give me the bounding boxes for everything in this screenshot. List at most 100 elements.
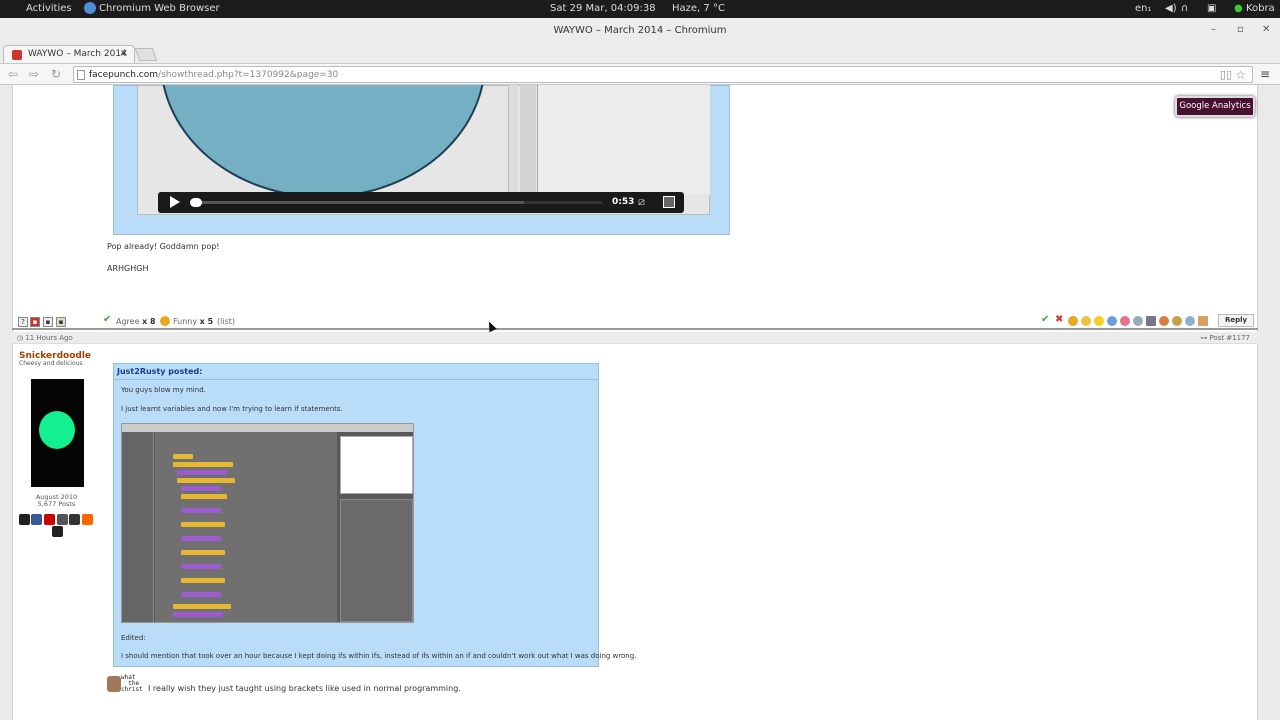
page-icon <box>77 70 85 80</box>
fullscreen-icon[interactable] <box>663 196 675 208</box>
gamertag-icon[interactable] <box>57 514 68 525</box>
rate-optimistic-icon[interactable] <box>1146 316 1156 326</box>
new-tab-button[interactable] <box>134 48 158 61</box>
rate-funny-icon[interactable] <box>1068 316 1078 326</box>
quote-text-line: I should mention that took over an hour … <box>121 652 637 660</box>
url-path: /showthread.php?t=1370992&page=30 <box>158 70 339 80</box>
steam-icon[interactable] <box>19 514 30 525</box>
page-margin-left <box>0 85 12 720</box>
close-tab-icon[interactable]: × <box>120 48 128 59</box>
rate-dumb-icon[interactable] <box>1185 316 1195 326</box>
back-icon[interactable]: ⇦ <box>8 67 18 81</box>
post-text-line: Pop already! Goddamn pop! <box>107 242 220 251</box>
bookmark-star-icon[interactable]: ☆ <box>1235 68 1246 82</box>
video-side-panel <box>537 85 710 195</box>
favicon-icon <box>12 50 22 60</box>
post-action-bar: ? ▪ ▪ ▪ ✔ Agree x 8 Funny x 5 (list) ✔ ✖ <box>12 313 1258 330</box>
rate-winner-icon[interactable] <box>1081 316 1091 326</box>
weather-indicator[interactable]: Haze, 7 °C <box>672 3 725 14</box>
lastfm-icon[interactable] <box>69 514 80 525</box>
google-analytics-button[interactable]: Google Analytics <box>1175 96 1255 117</box>
window-title: WAYWO – March 2014 – Chromium <box>553 25 727 36</box>
rate-late-icon[interactable] <box>1172 316 1182 326</box>
video-frame <box>138 85 508 195</box>
post-time: ◷ 11 Hours Ago <box>17 334 73 342</box>
more-social-icon[interactable] <box>52 526 63 537</box>
browser-chrome: WAYWO – March 2014 – Chromium – ▫ ✕ WAYW… <box>0 18 1280 85</box>
rate-agree-icon[interactable]: ✔ <box>1041 314 1049 325</box>
reader-icon[interactable]: ▯▯ <box>1220 68 1232 81</box>
post-header: ◷ 11 Hours Ago ⊶ Post #1177 <box>12 332 1258 344</box>
video-scrollbar[interactable] <box>508 85 518 195</box>
system-top-bar: Activities Chromium Web Browser Sat 29 M… <box>0 0 1280 18</box>
funny-rating[interactable]: Funny x 5 <box>173 317 213 326</box>
play-icon[interactable] <box>170 196 180 208</box>
address-bar[interactable]: facepunch.com/showthread.php?t=1370992&p… <box>73 66 1253 83</box>
clock[interactable]: Sat 29 Mar, 04:09:38 <box>550 3 656 14</box>
minimize-icon[interactable]: – <box>1211 24 1216 35</box>
youtube-icon[interactable] <box>44 514 55 525</box>
user-title: Cheesy and delicious <box>19 360 83 367</box>
screenshot-palette <box>122 432 154 622</box>
headphones-icon[interactable]: ∩ <box>1181 3 1188 14</box>
report-icon[interactable]: ▪ <box>56 317 66 327</box>
post-text-line: ARHGHGH <box>107 264 149 273</box>
avatar-dot <box>39 411 75 449</box>
rate-disagree-icon[interactable]: ✖ <box>1055 314 1063 325</box>
avatar[interactable] <box>31 379 84 487</box>
ratings-list-link[interactable]: (list) <box>217 317 235 326</box>
screenshot-script-area <box>155 432 337 622</box>
inline-scribble-text: what the christ <box>121 674 143 693</box>
network-icon[interactable]: ▣ <box>1207 3 1216 14</box>
reply-text: I really wish they just taught using bra… <box>148 684 461 693</box>
rate-artistic-icon[interactable] <box>1159 316 1169 326</box>
screenshot-sprites <box>340 499 413 622</box>
url-host: facepunch.com <box>89 70 159 80</box>
mute-icon[interactable]: ⧄ <box>638 195 645 209</box>
rate-useful-icon[interactable] <box>1133 316 1143 326</box>
edited-label: Edited: <box>121 634 146 642</box>
help-icon[interactable]: ? <box>18 317 28 327</box>
agree-rating[interactable]: Agree x 8 <box>116 317 156 326</box>
reply-button[interactable]: Reply <box>1218 314 1254 327</box>
volume-icon[interactable]: ◀) <box>1165 3 1177 14</box>
user-menu[interactable]: Kobra <box>1246 3 1275 14</box>
quote-text-line: You guys blow my mind. <box>121 386 206 394</box>
keyboard-layout[interactable]: en₁ <box>1135 3 1152 14</box>
seek-bar[interactable] <box>202 201 602 204</box>
reload-icon[interactable]: ↻ <box>51 67 61 81</box>
tab-label: WAYWO – March 2014 <box>28 49 127 59</box>
chromium-icon <box>84 2 96 14</box>
facebook-icon[interactable] <box>31 514 42 525</box>
agree-icon: ✔ <box>103 314 112 325</box>
forward-icon[interactable]: ⇨ <box>29 67 39 81</box>
screenshot-stage <box>340 436 413 494</box>
scratch-screenshot[interactable] <box>121 423 414 623</box>
video-panel-divider <box>520 85 536 195</box>
flag-icon: ▪ <box>30 317 40 327</box>
quote-header[interactable]: Just2Rusty posted: <box>114 364 598 380</box>
app-menu[interactable]: Chromium Web Browser <box>99 3 220 14</box>
post-number-link[interactable]: ⊶ Post #1177 <box>1200 334 1250 342</box>
activities-button[interactable]: Activities <box>26 3 72 14</box>
inline-face-image <box>107 676 121 692</box>
user-status-icon: ● <box>1234 3 1243 14</box>
seek-handle[interactable] <box>190 198 202 207</box>
video-circle <box>160 85 486 195</box>
os-icon: ▪ <box>43 317 53 327</box>
funny-icon <box>160 316 170 326</box>
page-margin-right <box>1258 85 1280 720</box>
menu-icon[interactable]: ≡ <box>1260 67 1270 81</box>
close-window-icon[interactable]: ✕ <box>1262 24 1270 35</box>
rate-informative-icon[interactable] <box>1107 316 1117 326</box>
rate-zing-icon[interactable] <box>1094 316 1104 326</box>
maximize-icon[interactable]: ▫ <box>1237 24 1244 35</box>
quote-text-line: I just learnt variables and now I'm tryi… <box>121 405 343 413</box>
browser-tab[interactable]: WAYWO – March 2014 × <box>3 45 135 63</box>
post-count: 5,677 Posts <box>37 500 76 508</box>
browser-toolbar: ⇦ ⇨ ↻ facepunch.com/showthread.php?t=137… <box>0 63 1280 84</box>
video-time: 0:53 <box>612 197 635 207</box>
rate-box-icon[interactable] <box>1198 316 1208 326</box>
soundcloud-icon[interactable] <box>82 514 93 525</box>
rate-friendly-icon[interactable] <box>1120 316 1130 326</box>
